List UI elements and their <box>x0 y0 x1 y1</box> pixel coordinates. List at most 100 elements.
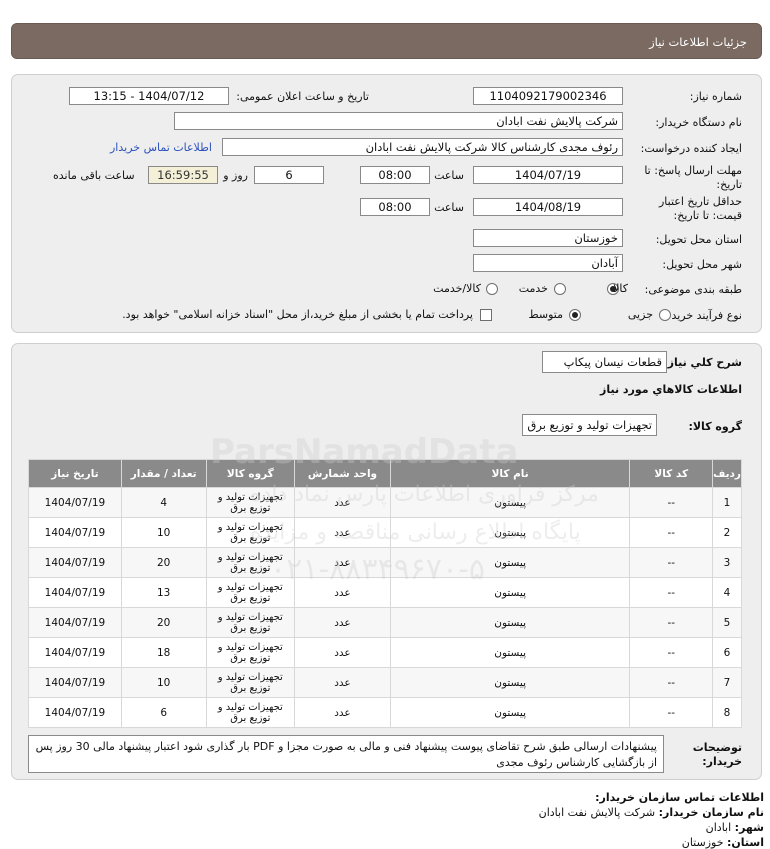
cell-row: 3 <box>713 548 741 577</box>
contact-province: استان: خوزستان <box>682 836 764 849</box>
cell-unit-text: عدد <box>334 526 351 539</box>
cell-row: 8 <box>713 698 741 727</box>
cell-group-text: تجهیزات تولید و توزیع برق <box>217 521 283 544</box>
cell-group: تجهیزات تولید و توزیع برق <box>206 698 295 727</box>
cell-unit-text: عدد <box>334 676 351 689</box>
cell-name: پیستون <box>390 608 630 637</box>
contact-province-value: خوزستان <box>681 836 724 849</box>
category-goods-service-radio[interactable] <box>486 283 498 295</box>
contact-buyer-link[interactable]: اطلاعات تماس خریدار <box>110 141 212 154</box>
table-header-row: ردیف کد کالا نام کالا واحد شمارش گروه کا… <box>29 460 741 487</box>
cell-date-text: 1404/07/19 <box>44 616 106 629</box>
process-medium-radio[interactable] <box>569 309 581 321</box>
process-minor-radio[interactable] <box>659 309 671 321</box>
cell-date-text: 1404/07/19 <box>44 706 106 719</box>
process-minor-label: جزیی <box>627 308 653 321</box>
category-service-radio[interactable] <box>554 283 566 295</box>
reply-time-label: ساعت <box>434 169 464 182</box>
table-row: 2 -- پیستون عدد تجهیزات تولید و توزیع برق 10 1… <box>29 518 741 547</box>
goods-info-heading: اطلاعات كالاهاي مورد نياز <box>600 383 742 396</box>
price-time-field: 08:00 <box>360 198 430 216</box>
cell-row: 1 <box>713 488 741 517</box>
process-medium-label: متوسط <box>528 308 563 321</box>
days-label: روز و <box>223 169 248 182</box>
cell-code-text: -- <box>667 646 676 659</box>
cell-row-text: 5 <box>723 616 731 629</box>
col-unit-header: واحد شمارش <box>295 460 390 487</box>
contact-province-label: استان: <box>727 836 764 849</box>
category-label: طبقه بندی موضوعی: <box>644 283 742 296</box>
cell-qty: 10 <box>121 668 206 697</box>
notes-field: پیشنهادات ارسالی طبق شرح تقاضای پیوست پی… <box>28 735 664 773</box>
cell-code: -- <box>630 578 713 607</box>
cell-qty-text: 18 <box>156 646 171 659</box>
contact-city-label: شهر: <box>734 821 764 834</box>
cell-code-text: -- <box>667 586 676 599</box>
table-row: 7 -- پیستون عدد تجهیزات تولید و توزیع برق 10 1… <box>29 668 741 697</box>
table-row: 8 -- پیستون عدد تجهیزات تولید و توزیع برق 6 14… <box>29 698 741 727</box>
cell-name-text: پیستون <box>494 586 526 599</box>
table-row: 5 -- پیستون عدد تجهیزات تولید و توزیع برق 20 1… <box>29 608 741 637</box>
cell-qty: 20 <box>121 548 206 577</box>
reply-deadline-label: مهلت ارسال پاسخ: تا <box>644 164 742 177</box>
cell-name-text: پیستون <box>494 616 526 629</box>
cell-group: تجهیزات تولید و توزیع برق <box>206 548 295 577</box>
cell-group: تجهیزات تولید و توزیع برق <box>206 668 295 697</box>
contact-org-label: نام سازمان خریدار: <box>658 806 764 819</box>
cell-name: پیستون <box>390 578 630 607</box>
cell-code: -- <box>630 698 713 727</box>
cell-qty-text: 4 <box>160 496 168 509</box>
reply-date-field: 1404/07/19 <box>473 166 623 184</box>
cell-date-text: 1404/07/19 <box>44 676 106 689</box>
cell-unit: عدد <box>295 698 390 727</box>
cell-code-text: -- <box>667 616 676 629</box>
days-field: 6 <box>254 166 324 184</box>
cell-unit: عدد <box>295 578 390 607</box>
cell-group-text: تجهیزات تولید و توزیع برق <box>217 641 283 664</box>
cell-row: 6 <box>713 638 741 667</box>
cell-group-text: تجهیزات تولید و توزیع برق <box>217 581 283 604</box>
cell-date: 1404/07/19 <box>29 668 121 697</box>
cell-unit: عدد <box>295 548 390 577</box>
page-title: جزئیات اطلاعات نیاز <box>649 35 747 49</box>
cell-group-text: تجهیزات تولید و توزیع برق <box>217 491 283 514</box>
cell-row: 2 <box>713 518 741 547</box>
cell-group: تجهیزات تولید و توزیع برق <box>206 608 295 637</box>
cell-qty: 6 <box>121 698 206 727</box>
cell-qty: 18 <box>121 638 206 667</box>
price-validity-label: حداقل تاریخ اعتبار <box>658 195 742 208</box>
cell-date-text: 1404/07/19 <box>44 526 106 539</box>
cell-name: پیستون <box>390 638 630 667</box>
cell-unit: عدد <box>295 488 390 517</box>
cell-row-text: 1 <box>723 496 731 509</box>
cell-group-text: تجهیزات تولید و توزیع برق <box>217 671 283 694</box>
contact-city: شهر: ابادان <box>706 821 764 834</box>
cell-unit: عدد <box>295 638 390 667</box>
cell-qty: 10 <box>121 518 206 547</box>
cell-unit-text: عدد <box>334 706 351 719</box>
cell-code: -- <box>630 608 713 637</box>
reply-time-field: 08:00 <box>360 166 430 184</box>
col-name-header: نام کالا <box>390 460 630 487</box>
cell-date-text: 1404/07/19 <box>44 556 106 569</box>
creator-field: رئوف مجدی کارشناس کالا شرکت پالایش نفت ا… <box>222 138 623 156</box>
province-field: خوزستان <box>473 229 623 247</box>
announce-date-field: 1404/07/12 - 13:15 <box>69 87 229 105</box>
cell-qty-text: 10 <box>156 676 171 689</box>
cell-code-text: -- <box>667 556 676 569</box>
price-time-label: ساعت <box>434 201 464 214</box>
category-goods-service-label: کالا/خدمت <box>433 282 481 295</box>
cell-date: 1404/07/19 <box>29 698 121 727</box>
cell-row-text: 4 <box>723 586 731 599</box>
cell-row: 5 <box>713 608 741 637</box>
cell-code-text: -- <box>667 526 676 539</box>
cell-code: -- <box>630 488 713 517</box>
cell-name-text: پیستون <box>494 496 526 509</box>
cell-group: تجهیزات تولید و توزیع برق <box>206 638 295 667</box>
reply-deadline-label-2: تاریخ: <box>716 178 742 191</box>
treasury-checkbox[interactable] <box>480 309 492 321</box>
cell-unit-text: عدد <box>334 556 351 569</box>
cell-unit-text: عدد <box>334 496 351 509</box>
contact-city-value: ابادان <box>705 821 732 834</box>
summary-label: شرح کلي نياز: <box>663 356 742 369</box>
